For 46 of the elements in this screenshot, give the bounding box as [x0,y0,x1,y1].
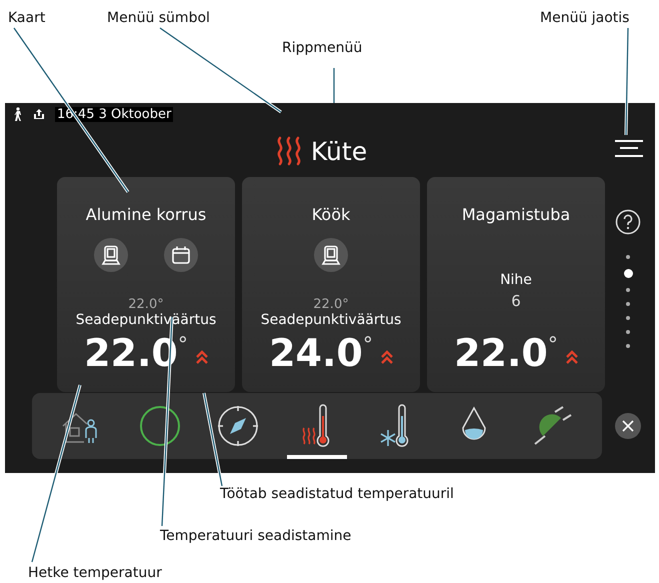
setpoint-value: 22.0° [313,297,349,312]
thermostat-button[interactable] [314,238,348,272]
callout-label: Menüü sümbol [107,10,210,26]
card-title: Magamistuba [462,205,570,224]
callout-label: Rippmenüü [282,40,362,56]
page-dot[interactable] [624,269,632,278]
page-dot[interactable] [626,344,630,348]
callout-label: Töötab seadistatud temperatuuril [220,486,454,502]
upload-icon [33,108,45,120]
calendar-icon [171,245,191,265]
leader-line [332,68,336,103]
card-title: Köök [312,205,350,224]
ring-icon [138,405,181,447]
close-icon [622,420,634,432]
callout-label: Hetke temperatuur [28,565,162,581]
callout-label: Menüü jaotis [540,10,630,26]
degree-sign: ° [178,334,188,354]
schedule-button[interactable] [164,238,198,272]
degree-sign: ° [362,334,373,354]
degree-sign: ° [548,334,558,354]
callout-label: Temperatuuri seadistamine [160,528,352,544]
page-dot[interactable] [626,316,630,320]
offset-label: Nihe [500,272,532,288]
setpoint-label: Seadepunktiväärtus [260,312,402,328]
device-icon [321,245,341,265]
current-temperature: 22.0 [454,334,548,372]
help-icon[interactable] [615,209,641,235]
callout-label: Kaart [8,10,46,26]
screen-title: Küte [310,136,368,166]
page-dot[interactable] [626,330,630,334]
close-button[interactable] [615,413,641,439]
walking-person-icon [13,107,23,121]
device-icon [101,245,121,265]
zone-card[interactable]: Köök 22.0° Seadepunktiväärtus 24.0° [242,177,420,392]
plug-icon [532,406,573,446]
page-dot[interactable] [626,302,630,306]
compass-icon [217,405,260,447]
setpoint-value: 22.0° [128,297,164,312]
zone-card[interactable]: Magamistuba Nihe 6 22.0° [427,177,605,392]
offset-value: 6 [511,292,521,310]
page-dot[interactable] [626,255,630,259]
current-temperature: 24.0 [269,334,363,372]
page-dot[interactable] [626,288,630,292]
card-title: Alumine korrus [86,205,206,224]
thermostat-button[interactable] [94,238,128,272]
menu-button[interactable] [615,137,643,159]
